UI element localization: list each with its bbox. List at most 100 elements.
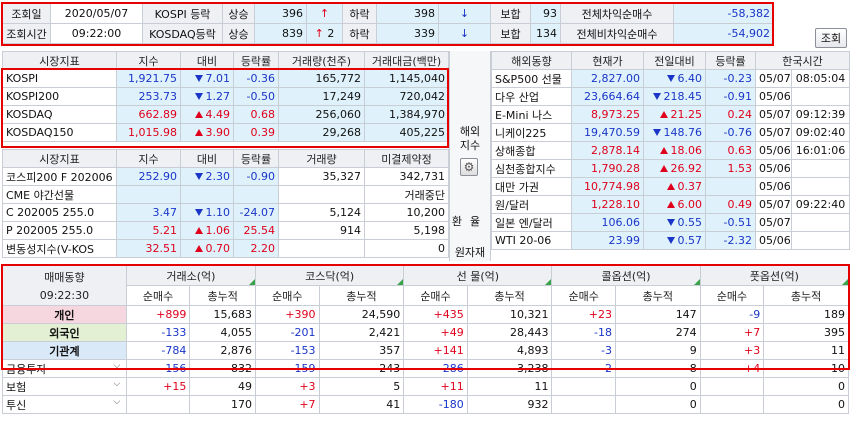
net-buy-value: -2 [551, 359, 616, 378]
table-row[interactable]: 대만 가권 10,774.98 0.37 05/06 [491, 177, 851, 196]
futures-index [116, 185, 181, 204]
commodity-tab[interactable]: 원자재 [450, 244, 490, 260]
cumulative-value: 395 [763, 323, 849, 342]
change-value: 0.37 [677, 180, 703, 193]
table-row[interactable]: 다우 산업 23,664.64 218.45 -0.91 05/06 [491, 87, 851, 106]
investor-name: 보험 [6, 380, 27, 394]
fx-tab[interactable]: 환율 [450, 213, 490, 229]
col-rate: 등락률 [705, 51, 756, 70]
time-label: 조회시간 [2, 23, 51, 44]
kospi-flat-value: 93 [530, 3, 561, 24]
change-value: 3.90 [205, 126, 231, 139]
table-row[interactable]: 기관계 -784 2,876 -153 357 +141 4,893 -3 9 +3 11 [2, 341, 849, 360]
overseas-time: 08:05:04 [790, 69, 851, 88]
down-triangle-icon [666, 219, 675, 226]
table-row[interactable]: P 202005 255.0 5.21 1.06 25.54 914 5,198 [2, 221, 449, 240]
futures-volume [278, 239, 365, 258]
cumulative-value: 10 [763, 359, 849, 378]
table-row[interactable]: 투신 ⌵ 170 +7 41 -180 932 0 0 [2, 395, 849, 414]
cumulative-value: 11 [466, 377, 553, 396]
overseas-date: 05/07 [755, 123, 792, 142]
overseas-date: 05/06 [755, 87, 792, 106]
index-name: KOSPI [2, 69, 117, 88]
kospi-flat-label: 보합 [490, 3, 531, 24]
table-row[interactable]: 코스피200 F 202006 252.90 2.30 -0.90 35,327 342,… [2, 167, 449, 186]
change-value: 6.00 [677, 198, 703, 211]
futures-name: P 202005 255.0 [2, 221, 117, 240]
investor-name-cell[interactable]: 금융투자 ⌵ [2, 359, 127, 378]
group-kosdaq: 코스닥(억) [255, 265, 405, 286]
chevron-down-icon[interactable]: ⌵ [111, 361, 123, 371]
trading-title-cell: 매매동향 09:22:30 [2, 265, 127, 306]
time-input[interactable]: 09:22:00 [50, 23, 143, 44]
up-triangle-icon [666, 201, 675, 208]
change-value: 26.92 [670, 162, 703, 175]
change-value: 1.27 [205, 90, 231, 103]
down-triangle-icon [194, 75, 203, 82]
net-buy-value: -159 [255, 359, 320, 378]
col-cumulative: 총누적 [763, 285, 849, 306]
change-value: 0.55 [677, 216, 703, 229]
query-button[interactable]: 조회 [815, 28, 847, 48]
table-row[interactable]: 보험 ⌵ +15 49 +3 5 +11 11 0 0 [2, 377, 849, 396]
down-triangle-icon [652, 129, 661, 136]
table-row[interactable]: 개인 +899 15,683 +390 24,590 +435 10,321 +23 147 -9… [2, 305, 849, 324]
table-row[interactable]: 니케이225 19,470.59 148.76 -0.76 05/07 09:02:40 [491, 123, 851, 142]
futures-rate: -0.90 [233, 167, 279, 186]
table-row[interactable]: 원/달러 1,228.10 6.00 0.49 05/07 09:22:40 [491, 195, 851, 214]
overseas-date: 05/07 [755, 105, 792, 124]
col-index: 지수 [116, 149, 181, 168]
up-triangle-icon [194, 227, 203, 234]
table-row[interactable]: CME 야간선물 거래중단 [2, 185, 449, 204]
table-row[interactable]: KOSDAQ150 1,015.98 3.90 0.39 29,268 405,225 [2, 123, 449, 142]
overseas-price: 1,228.10 [571, 195, 644, 214]
table-row[interactable]: KOSPI 1,921.75 7.01 -0.36 165,772 1,145,040 [2, 69, 449, 88]
investor-name-cell[interactable]: 보험 ⌵ [2, 377, 127, 396]
overseas-name: 원/달러 [491, 195, 572, 214]
table-row[interactable]: 외국인 -133 4,055 -201 2,421 +49 28,443 -18 274 +7 39… [2, 323, 849, 342]
gear-icon[interactable]: ⚙ [460, 158, 478, 176]
investor-name-cell[interactable]: 투신 ⌵ [2, 395, 127, 414]
futures-volume: 914 [278, 221, 365, 240]
change-cell: 21.25 [643, 105, 706, 124]
futures-rate: -24.07 [233, 203, 279, 222]
net-buy-value: -286 [403, 359, 468, 378]
chevron-down-icon[interactable]: ⌵ [111, 379, 123, 389]
overseas-rate: 1.53 [705, 159, 756, 178]
cumulative-value: 4,893 [466, 341, 553, 360]
col-cumulative: 총누적 [614, 285, 701, 306]
futures-name: CME 야간선물 [2, 185, 117, 204]
chevron-down-icon[interactable]: ⌵ [111, 397, 123, 407]
cumulative-value: 10,321 [466, 305, 553, 324]
table-row[interactable]: KOSDAQ 662.89 4.49 0.68 256,060 1,384,970 [2, 105, 449, 124]
col-open-interest: 미결제약정 [364, 149, 449, 168]
col-cumulative: 총누적 [189, 285, 257, 306]
table-row[interactable]: WTI 20-06 23.99 0.57 -2.32 05/06 [491, 231, 851, 250]
table-row[interactable]: 심천종합지수 1,790.28 26.92 1.53 05/06 [491, 159, 851, 178]
table-row[interactable]: 일본 엔/달러 106.06 0.55 -0.51 05/07 [491, 213, 851, 232]
overseas-rate: -2.32 [705, 231, 756, 250]
overseas-index-tab[interactable]: 해외 지수 [450, 125, 490, 153]
table-row[interactable]: KOSPI200 253.73 1.27 -0.50 17,249 720,042 [2, 87, 449, 106]
date-input[interactable]: 2020/05/07 [50, 3, 143, 24]
net-buy-value: +899 [125, 305, 191, 324]
group-kospi: 거래소(억) [125, 265, 257, 286]
index-name: KOSPI200 [2, 87, 117, 106]
non-arbitrage-net-value: -54,902 [673, 23, 774, 44]
cumulative-value: 3,238 [466, 359, 553, 378]
col-net-buy: 순매수 [551, 285, 616, 306]
up-triangle-icon [194, 111, 203, 118]
table-row[interactable]: E-Mini 나스 8,973.25 21.25 0.24 05/07 09:12:39 [491, 105, 851, 124]
overseas-time [790, 177, 851, 196]
index-amount: 1,384,970 [364, 105, 449, 124]
table-row[interactable]: 변동성지수(V-KOS 32.51 0.70 2.20 0 [2, 239, 449, 258]
table-row[interactable]: S&P500 선물 2,827.00 6.40 -0.23 05/07 08:05:04 [491, 69, 851, 88]
net-buy-value [551, 377, 616, 396]
table-row[interactable]: 상해종합 2,878.14 18.06 0.63 05/06 16:01:06 [491, 141, 851, 160]
futures-rate [233, 185, 279, 204]
overseas-name: S&P500 선물 [491, 69, 572, 88]
group-put-option: 풋옵션(억) [699, 265, 850, 286]
index-value: 1,921.75 [116, 69, 181, 88]
table-row[interactable]: C 202005 255.0 3.47 1.10 -24.07 5,124 10,200 [2, 203, 449, 222]
table-row[interactable]: 금융투자 ⌵ -156 832 -159 243 -286 3,238 -2 8 +4 10 [2, 359, 849, 378]
